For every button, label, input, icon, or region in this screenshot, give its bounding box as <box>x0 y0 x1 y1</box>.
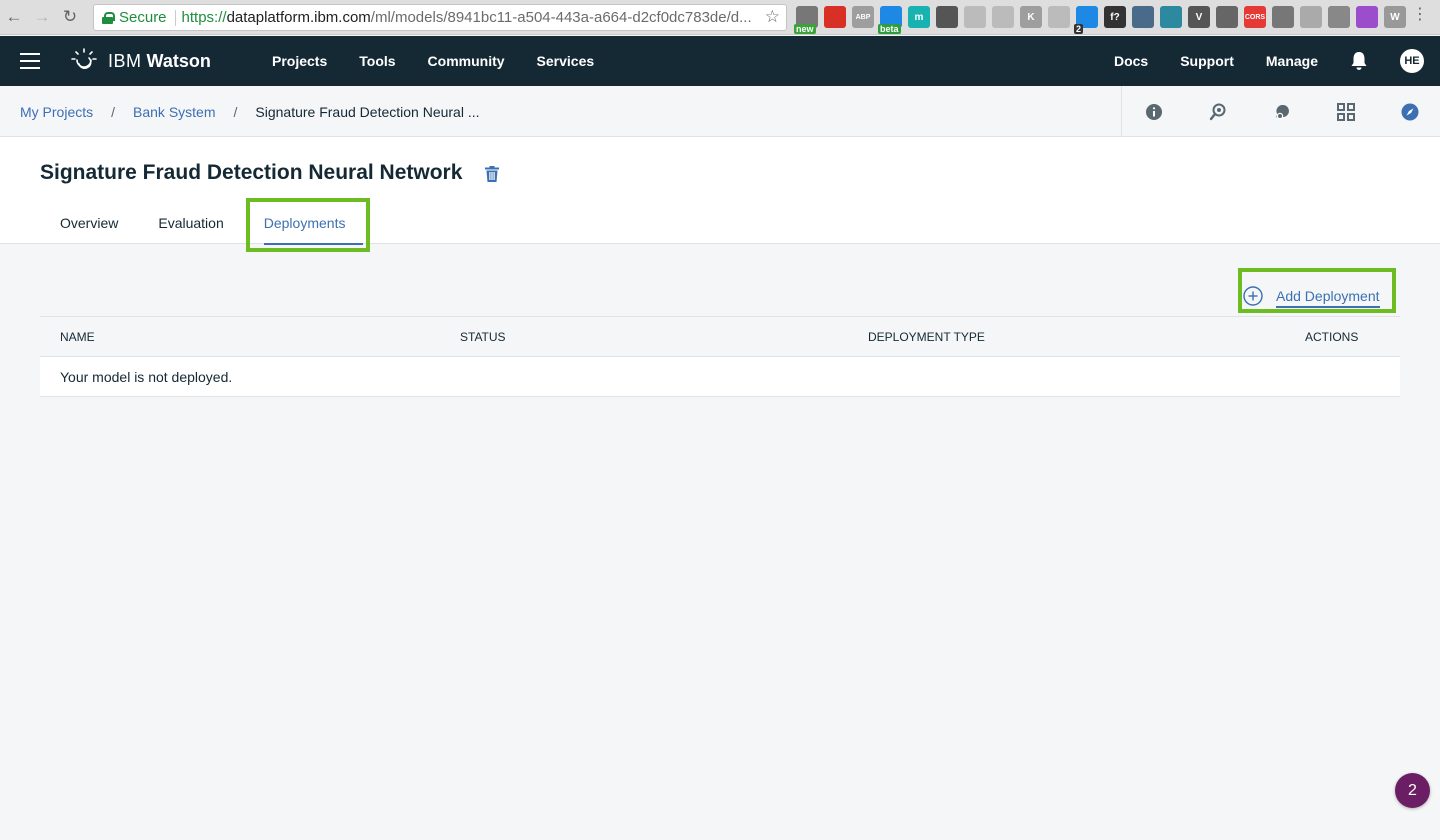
trash-icon[interactable] <box>485 166 499 182</box>
table-row: Your model is not deployed. <box>40 356 1400 397</box>
bookmark-star-icon[interactable]: ☆ <box>760 7 780 27</box>
url-path: /ml/models/8941bc11-a504-443a-a664-d2cf0… <box>370 9 752 26</box>
eyedropper-icon[interactable] <box>1132 6 1154 28</box>
v-icon[interactable]: V <box>1188 6 1210 28</box>
back-button[interactable]: ← <box>0 0 28 35</box>
find-data-tool[interactable] <box>1186 86 1250 137</box>
ghost-icon[interactable]: 2 <box>1074 6 1098 34</box>
empty-table-message: Your model is not deployed. <box>60 368 233 385</box>
react-icon[interactable] <box>1160 6 1182 28</box>
nav-support[interactable]: Support <box>1180 53 1234 69</box>
apps-grid-icon <box>1337 102 1355 121</box>
add-circle-icon <box>1243 286 1263 306</box>
breadcrumb-current: Signature Fraud Detection Neural ... <box>255 103 480 120</box>
extension-icons: new ABP beta m K 2 f? V CORS W <box>794 6 1406 34</box>
nav-projects[interactable]: Projects <box>272 53 327 69</box>
breadcrumb-bank-system[interactable]: Bank System <box>133 104 215 120</box>
nav-tools[interactable]: Tools <box>359 53 395 69</box>
breadcrumb: My Projects / Bank System / Signature Fr… <box>20 86 480 137</box>
extension-badge: beta <box>878 24 901 34</box>
breadcrumb-separator: / <box>111 103 116 120</box>
notification-count-badge[interactable]: 2 <box>1395 773 1430 808</box>
avatar[interactable]: HE <box>1400 49 1424 73</box>
extension-badge: new <box>794 24 816 34</box>
m-icon[interactable]: m <box>908 6 930 28</box>
nav-services[interactable]: Services <box>537 53 595 69</box>
forward-button[interactable]: → <box>28 0 56 35</box>
column-deployment-type[interactable]: DEPLOYMENT TYPE <box>868 330 985 344</box>
cors-icon[interactable]: CORS <box>1244 6 1266 28</box>
top-navigation: IBM Watson Projects Tools Community Serv… <box>0 36 1440 86</box>
model-tabs: Overview Evaluation Deployments <box>40 215 366 245</box>
k-icon[interactable]: K <box>1020 6 1042 28</box>
printer-new-icon[interactable]: new <box>794 6 818 34</box>
add-deployment-button[interactable]: Add Deployment <box>1243 284 1380 308</box>
hamburger-menu-icon[interactable] <box>20 53 40 69</box>
column-status[interactable]: STATUS <box>460 330 506 344</box>
comments-icon <box>1276 104 1289 119</box>
function-icon[interactable]: f? <box>1104 6 1126 28</box>
extension-badge: 2 <box>1074 24 1084 34</box>
right-nav: Docs Support Manage HE <box>1114 36 1440 86</box>
guide-tool[interactable] <box>1378 86 1440 137</box>
secure-label: Secure <box>119 9 167 26</box>
page-title: Signature Fraud Detection Neural Network <box>40 161 463 184</box>
breadcrumb-bar: My Projects / Bank System / Signature Fr… <box>0 86 1440 137</box>
w-icon[interactable]: W <box>1384 6 1406 28</box>
browser-toolbar: ← → ↻ Secure https://dataplatform.ibm.co… <box>0 0 1440 35</box>
folder-beta-icon[interactable]: beta <box>878 6 902 34</box>
apps-tool[interactable] <box>1314 86 1378 137</box>
hat-icon[interactable] <box>1272 6 1294 28</box>
puzzle-icon[interactable] <box>1356 6 1378 28</box>
nav-community[interactable]: Community <box>428 53 505 69</box>
compass-icon <box>1401 103 1419 120</box>
watson-logo-icon <box>71 48 97 70</box>
red-shield-icon[interactable] <box>824 6 846 28</box>
model-header: Signature Fraud Detection Neural Network… <box>0 137 1440 245</box>
tab-overview[interactable]: Overview <box>40 215 138 244</box>
abp-icon[interactable]: ABP <box>852 6 874 28</box>
ball-icon[interactable] <box>936 6 958 28</box>
sync-icon[interactable] <box>1048 6 1070 28</box>
find-data-icon <box>1209 103 1226 120</box>
info-icon <box>1146 103 1162 120</box>
ruler-icon[interactable] <box>992 6 1014 28</box>
pin-icon[interactable] <box>964 6 986 28</box>
comments-tool[interactable] <box>1250 86 1314 137</box>
tool-icons <box>1121 86 1440 137</box>
add-deployment-label: Add Deployment <box>1276 288 1380 308</box>
bell-icon[interactable] <box>1350 51 1368 71</box>
nav-docs[interactable]: Docs <box>1114 53 1148 69</box>
lock-icon <box>102 11 115 24</box>
address-bar[interactable]: Secure https://dataplatform.ibm.com/ml/m… <box>93 4 787 31</box>
info-tool[interactable] <box>1122 86 1186 137</box>
tab-evaluation[interactable]: Evaluation <box>138 215 243 244</box>
monitor-icon[interactable] <box>1328 6 1350 28</box>
breadcrumb-separator: / <box>233 103 238 120</box>
browser-menu-icon[interactable]: ⋮ <box>1412 7 1428 23</box>
main-nav: Projects Tools Community Services <box>272 36 594 86</box>
nav-manage[interactable]: Manage <box>1266 53 1318 69</box>
note-icon[interactable] <box>1300 6 1322 28</box>
url-scheme: https:// <box>181 9 227 26</box>
url-host: dataplatform.ibm.com <box>226 9 371 26</box>
brand-watson: Watson <box>146 50 211 71</box>
target-icon[interactable] <box>1216 6 1238 28</box>
table-header: NAME STATUS DEPLOYMENT TYPE ACTIONS <box>40 316 1400 356</box>
column-name[interactable]: NAME <box>60 330 95 344</box>
reload-button[interactable]: ↻ <box>56 0 84 35</box>
deployments-table: NAME STATUS DEPLOYMENT TYPE ACTIONS Your… <box>40 316 1400 397</box>
address-separator <box>174 9 176 26</box>
brand-logo[interactable]: IBM Watson <box>70 47 211 75</box>
tab-deployments[interactable]: Deployments <box>244 215 366 245</box>
breadcrumb-my-projects[interactable]: My Projects <box>20 104 93 120</box>
column-actions: ACTIONS <box>1305 330 1359 344</box>
brand-ibm: IBM <box>108 50 142 71</box>
